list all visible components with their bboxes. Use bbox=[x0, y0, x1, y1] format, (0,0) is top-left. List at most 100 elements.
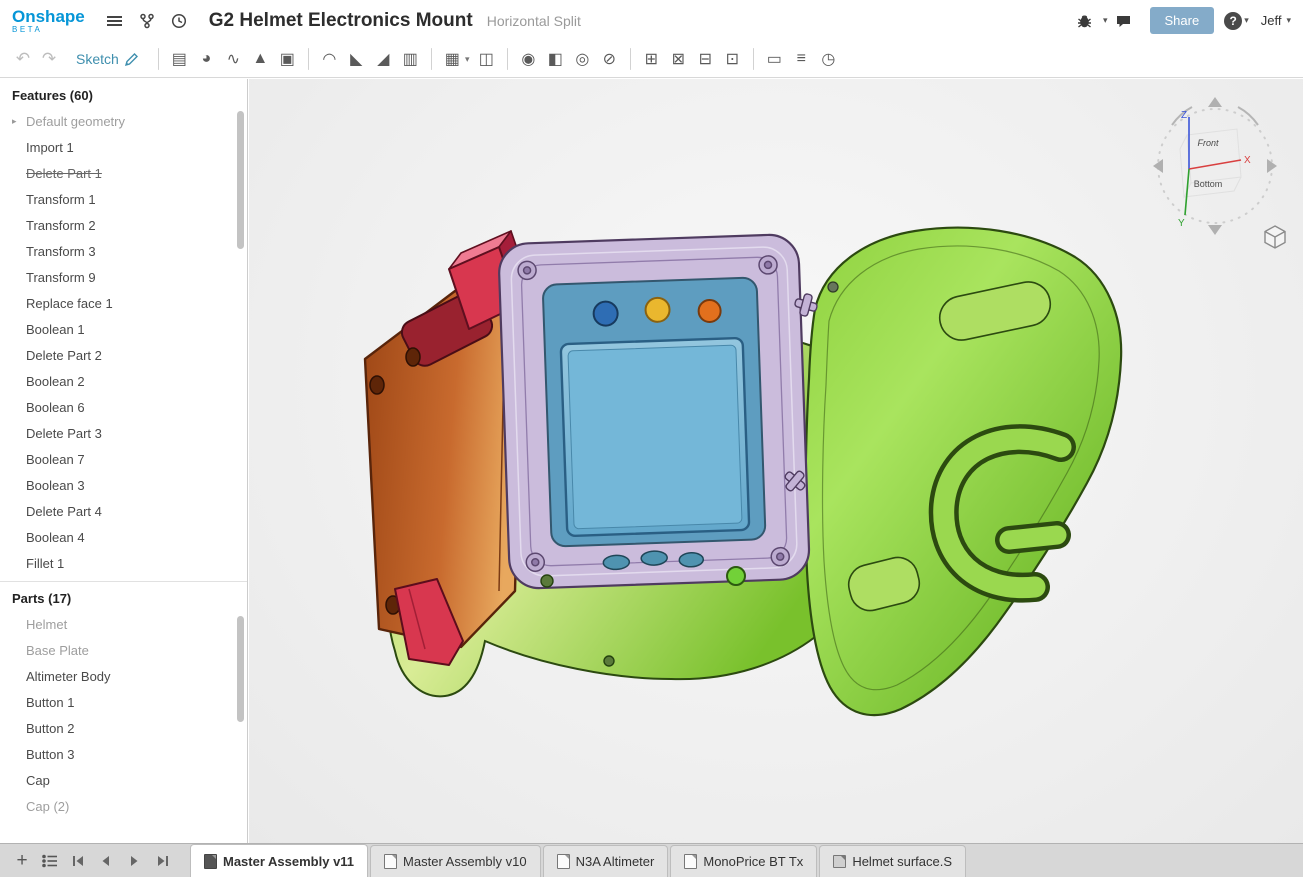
mass-properties-icon[interactable]: ≡ bbox=[788, 46, 815, 72]
tab-label: Helmet surface.S bbox=[852, 854, 952, 869]
part-item[interactable]: Cap bbox=[0, 767, 247, 793]
feature-item[interactable]: Boolean 7 bbox=[0, 446, 247, 472]
feedback-caret-icon[interactable]: ▾ bbox=[1103, 15, 1108, 26]
feature-item[interactable]: Boolean 6 bbox=[0, 394, 247, 420]
intersect-icon[interactable]: ◎ bbox=[569, 46, 596, 72]
feature-item[interactable]: Delete Part 3 bbox=[0, 420, 247, 446]
boolean-icon[interactable]: ◉ bbox=[515, 46, 542, 72]
history-clock-icon[interactable] bbox=[166, 8, 192, 34]
share-button[interactable]: Share bbox=[1150, 7, 1215, 34]
split-icon[interactable]: ◧ bbox=[542, 46, 569, 72]
part-item[interactable]: Button 3 bbox=[0, 741, 247, 767]
feature-item[interactable]: Transform 3 bbox=[0, 238, 247, 264]
parts-scrollbar[interactable] bbox=[237, 616, 244, 722]
tab-document-icon bbox=[557, 854, 570, 869]
part-altimeter-frame[interactable] bbox=[498, 234, 810, 589]
workspace-subtitle: Horizontal Split bbox=[487, 13, 581, 29]
front-face-label[interactable]: Front bbox=[1197, 138, 1219, 148]
feature-label: Delete Part 3 bbox=[26, 426, 102, 441]
feature-item[interactable]: Delete Part 4 bbox=[0, 498, 247, 524]
feature-item[interactable]: Import 1 bbox=[0, 134, 247, 160]
loft-icon[interactable]: ▲ bbox=[247, 46, 274, 72]
pattern-dropdown-caret-icon[interactable]: ▾ bbox=[462, 46, 473, 72]
part-cap-button[interactable] bbox=[727, 567, 745, 585]
extrude-icon[interactable]: ▤ bbox=[166, 46, 193, 72]
feature-item[interactable]: Boolean 1 bbox=[0, 316, 247, 342]
feature-item[interactable]: Boolean 3 bbox=[0, 472, 247, 498]
delete-face-icon[interactable]: ⊠ bbox=[665, 46, 692, 72]
view-cube[interactable]: Z X Y Front Bottom bbox=[1142, 87, 1297, 242]
part-label: Button 1 bbox=[26, 695, 74, 710]
user-menu[interactable]: Jeff ▾ bbox=[1261, 13, 1291, 28]
document-tabs: Master Assembly v11 Master Assembly v10 … bbox=[190, 844, 968, 877]
feature-item[interactable]: Boolean 2 bbox=[0, 368, 247, 394]
main-menu-icon[interactable] bbox=[102, 8, 128, 34]
model-canvas[interactable] bbox=[309, 209, 1149, 749]
history-icon[interactable]: ◷ bbox=[815, 46, 842, 72]
thicken-icon[interactable]: ▣ bbox=[274, 46, 301, 72]
part-button-1[interactable] bbox=[593, 301, 618, 326]
transform-icon[interactable]: ⊞ bbox=[638, 46, 665, 72]
feature-label: Boolean 1 bbox=[26, 322, 85, 337]
delete-part-icon[interactable]: ⊘ bbox=[596, 46, 623, 72]
part-item[interactable]: Button 2 bbox=[0, 715, 247, 741]
feature-item[interactable]: Delete Part 2 bbox=[0, 342, 247, 368]
toolbar-divider bbox=[630, 48, 631, 70]
draft-icon[interactable]: ◢ bbox=[370, 46, 397, 72]
feature-item[interactable]: Transform 9 bbox=[0, 264, 247, 290]
document-tab[interactable]: MonoPrice BT Tx bbox=[670, 845, 817, 877]
part-item[interactable]: Altimeter Body bbox=[0, 663, 247, 689]
undo-icon[interactable]: ↶ bbox=[10, 49, 36, 69]
previous-tab-button[interactable] bbox=[94, 849, 118, 873]
next-tab-button[interactable] bbox=[122, 849, 146, 873]
feature-item[interactable]: Fillet 1 bbox=[0, 550, 247, 576]
fillet-icon[interactable]: ◠ bbox=[316, 46, 343, 72]
help-caret-icon[interactable]: ▾ bbox=[1244, 15, 1249, 26]
feature-item[interactable]: Transform 2 bbox=[0, 212, 247, 238]
sweep-icon[interactable]: ∿ bbox=[220, 46, 247, 72]
rotate-up-arrow-icon[interactable] bbox=[1208, 97, 1222, 107]
add-tab-button[interactable]: + bbox=[10, 849, 34, 873]
part-helmet-mount-shield[interactable] bbox=[806, 228, 1122, 715]
logo-text: Onshape bbox=[12, 8, 85, 25]
comments-icon[interactable] bbox=[1111, 8, 1137, 34]
part-item[interactable]: Base Plate bbox=[0, 637, 247, 663]
rotate-down-arrow-icon[interactable] bbox=[1208, 225, 1222, 235]
feature-item[interactable]: Transform 1 bbox=[0, 186, 247, 212]
feature-item[interactable]: Replace face 1 bbox=[0, 290, 247, 316]
document-tab[interactable]: Master Assembly v11 bbox=[190, 844, 368, 877]
first-tab-button[interactable] bbox=[66, 849, 90, 873]
isometric-view-button[interactable] bbox=[1261, 223, 1289, 251]
revolve-icon[interactable]: ◕ bbox=[193, 46, 220, 72]
user-name: Jeff bbox=[1261, 13, 1282, 28]
part-item[interactable]: Button 1 bbox=[0, 689, 247, 715]
redo-icon[interactable]: ↷ bbox=[36, 49, 62, 69]
move-face-icon[interactable]: ⊟ bbox=[692, 46, 719, 72]
features-scrollbar[interactable] bbox=[237, 111, 244, 249]
sketch-button[interactable]: Sketch bbox=[76, 51, 139, 67]
document-tab[interactable]: Helmet surface.S bbox=[819, 845, 966, 877]
part-button-2[interactable] bbox=[645, 297, 670, 322]
part-button-3[interactable] bbox=[698, 300, 721, 323]
feedback-bug-icon[interactable] bbox=[1072, 8, 1098, 34]
shell-icon[interactable]: ▥ bbox=[397, 46, 424, 72]
measure-icon[interactable]: ▭ bbox=[761, 46, 788, 72]
part-item[interactable]: Helmet bbox=[0, 611, 247, 637]
document-tab[interactable]: N3A Altimeter bbox=[543, 845, 669, 877]
onshape-logo[interactable]: Onshape BETA bbox=[12, 8, 85, 34]
feature-item[interactable]: Delete Part 1 bbox=[0, 160, 247, 186]
part-item[interactable]: Cap (2) bbox=[0, 793, 247, 819]
document-tab[interactable]: Master Assembly v10 bbox=[370, 845, 541, 877]
versions-branch-icon[interactable] bbox=[134, 8, 160, 34]
chamfer-icon[interactable]: ◣ bbox=[343, 46, 370, 72]
graphics-area[interactable]: Z X Y Front Bottom bbox=[249, 79, 1303, 843]
last-tab-button[interactable] bbox=[150, 849, 174, 873]
bottom-face-label[interactable]: Bottom bbox=[1194, 179, 1223, 189]
feature-item[interactable]: ▸ Default geometry bbox=[0, 108, 247, 134]
mirror-icon[interactable]: ◫ bbox=[473, 46, 500, 72]
tab-document-icon bbox=[384, 854, 397, 869]
replace-face-icon[interactable]: ⊡ bbox=[719, 46, 746, 72]
tab-list-button[interactable] bbox=[38, 849, 62, 873]
help-icon[interactable]: ? bbox=[1224, 12, 1242, 30]
feature-item[interactable]: Boolean 4 bbox=[0, 524, 247, 550]
